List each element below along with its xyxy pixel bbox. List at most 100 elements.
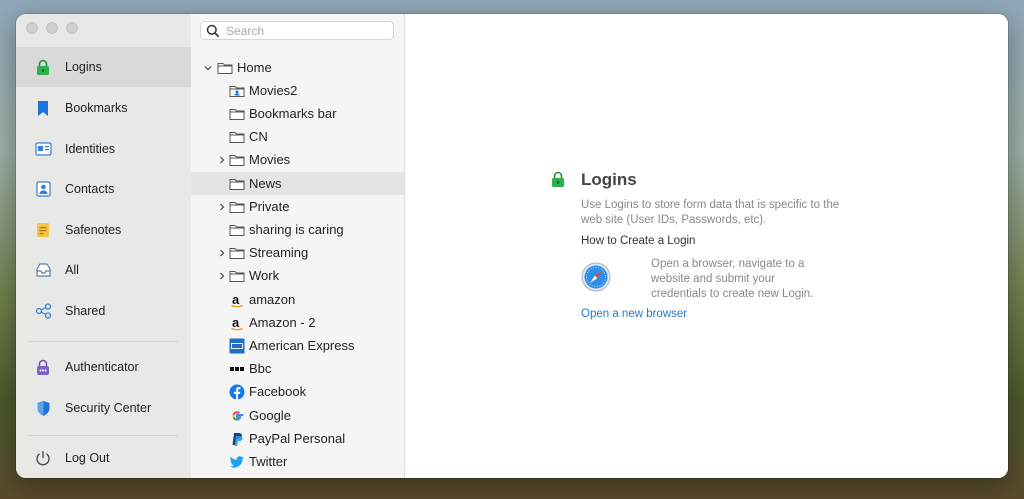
folder-icon — [229, 129, 245, 145]
description-text: Use Logins to store form data that is sp… — [581, 199, 840, 226]
tree-item[interactable]: Private — [191, 195, 404, 218]
svg-text:a: a — [232, 315, 240, 330]
sidebar-item-safenotes[interactable]: Safenotes — [16, 210, 191, 250]
tree-item-label: CN — [249, 129, 268, 144]
chevron-right-icon[interactable] — [217, 248, 227, 258]
amazon-icon: a — [229, 292, 245, 308]
sidebar-item-label: Security Center — [65, 401, 152, 415]
google-icon — [229, 408, 245, 424]
tree-item[interactable]: Bbc — [191, 357, 404, 380]
tree-item-label: News — [249, 176, 282, 191]
share-nodes-icon — [34, 302, 52, 320]
sidebar-item-logins[interactable]: Logins — [16, 47, 191, 87]
shared-folder-icon — [229, 83, 245, 99]
sidebar-item-contacts[interactable]: Contacts — [16, 169, 191, 209]
twitter-icon — [229, 454, 245, 470]
folder-icon — [229, 152, 245, 168]
folder-icon — [229, 106, 245, 122]
tree-item[interactable]: sharing is caring — [191, 218, 404, 241]
chevron-down-icon[interactable] — [203, 63, 213, 73]
tree-item[interactable]: Twitter — [191, 450, 404, 473]
sidebar-item-security-center[interactable]: Security Center — [16, 388, 191, 428]
tree-item[interactable]: Work — [191, 264, 404, 287]
sidebar-item-all[interactable]: All — [16, 250, 191, 290]
search-input[interactable] — [226, 23, 386, 38]
sidebar-item-label: Log Out — [65, 451, 110, 465]
safari-compass-icon — [581, 262, 611, 297]
detail-pane: Logins Use Logins to store form data tha… — [405, 14, 1008, 478]
sidebar-item-log-out[interactable]: Log Out — [16, 438, 191, 478]
tree-item[interactable]: News — [191, 172, 404, 195]
folder-icon — [229, 268, 245, 284]
sidebar-item-label: Authenticator — [65, 360, 139, 374]
folder-icon — [229, 245, 245, 261]
inbox-tray-icon — [34, 261, 52, 279]
tree-item[interactable]: CN — [191, 125, 404, 148]
tree-item-label: American Express — [249, 338, 355, 353]
tree-item-label: Bookmarks bar — [249, 106, 337, 121]
window-controls — [26, 22, 78, 34]
tree-item[interactable]: PayPal Personal — [191, 427, 404, 450]
amazon-icon: a — [229, 315, 245, 331]
sidebar-item-label: Logins — [65, 60, 102, 74]
tree-item-label: Movies — [249, 152, 291, 167]
bbc-icon — [229, 361, 245, 377]
tree-item-label: Home — [237, 60, 272, 75]
tree-item-label: Bbc — [249, 361, 272, 376]
tree-item[interactable]: Streaming — [191, 241, 404, 264]
close-window-button[interactable] — [26, 22, 38, 34]
amex-icon — [229, 338, 245, 354]
tree-item-home[interactable]: Home — [191, 56, 404, 79]
tree-item[interactable]: Movies — [191, 148, 404, 171]
tree-item[interactable]: Facebook — [191, 380, 404, 403]
tree-item-label: amazon — [249, 292, 296, 307]
tree-item[interactable]: American Express — [191, 334, 404, 357]
folder-icon — [229, 222, 245, 238]
facebook-icon — [229, 384, 245, 400]
sidebar-item-authenticator[interactable]: Authenticator — [16, 347, 191, 387]
tree-item[interactable]: Movies2 — [191, 79, 404, 102]
instruction-text: Open a browser, navigate to a website an… — [651, 258, 814, 300]
identity-card-icon — [34, 140, 52, 158]
tree-item-label: Google — [249, 408, 291, 423]
lock-icon — [34, 58, 52, 76]
lock-icon — [550, 171, 566, 193]
power-icon — [34, 449, 52, 467]
folder-icon — [229, 199, 245, 215]
sidebar-item-bookmarks[interactable]: Bookmarks — [16, 88, 191, 128]
tree-item-label: sharing is caring — [249, 222, 344, 237]
tree-item-label: Amazon - 2 — [249, 315, 316, 330]
sidebar-item-identities[interactable]: Identities — [16, 129, 191, 169]
note-icon — [34, 221, 52, 239]
tree-item[interactable]: a Amazon - 2 — [191, 311, 404, 334]
sidebar-item-label: Identities — [65, 142, 116, 156]
authenticator-icon — [34, 358, 52, 376]
page-title: Logins — [581, 170, 637, 189]
tree-item-label: Streaming — [249, 245, 309, 260]
chevron-right-icon[interactable] — [217, 271, 227, 281]
tree-item-label: Twitter — [249, 454, 288, 469]
howto-heading: How to Create a Login — [581, 235, 696, 247]
open-new-browser-link[interactable]: Open a new browser — [581, 308, 687, 320]
zoom-window-button[interactable] — [66, 22, 78, 34]
sidebar-divider — [28, 435, 178, 436]
tree-item[interactable]: a amazon — [191, 288, 404, 311]
paypal-icon — [229, 431, 245, 447]
bookmark-icon — [34, 99, 52, 117]
minimize-window-button[interactable] — [46, 22, 58, 34]
tree-item-label: PayPal Personal — [249, 431, 346, 446]
tree-item-label: Facebook — [249, 384, 307, 399]
sidebar-item-label: Bookmarks — [65, 101, 128, 115]
sidebar-item-label: Contacts — [65, 182, 115, 196]
sidebar-item-label: Shared — [65, 304, 106, 318]
tree-item[interactable]: Google — [191, 404, 404, 427]
tree-item-label: Work — [249, 268, 280, 283]
contact-icon — [34, 180, 52, 198]
search-field[interactable] — [200, 21, 394, 40]
sidebar-item-shared[interactable]: Shared — [16, 291, 191, 331]
folder-tree-pane: Home Movies2 Bookmarks bar CN — [191, 14, 405, 478]
chevron-right-icon[interactable] — [217, 202, 227, 212]
chevron-right-icon[interactable] — [217, 155, 227, 165]
tree-item-label: Private — [249, 199, 290, 214]
tree-item[interactable]: Bookmarks bar — [191, 102, 404, 125]
